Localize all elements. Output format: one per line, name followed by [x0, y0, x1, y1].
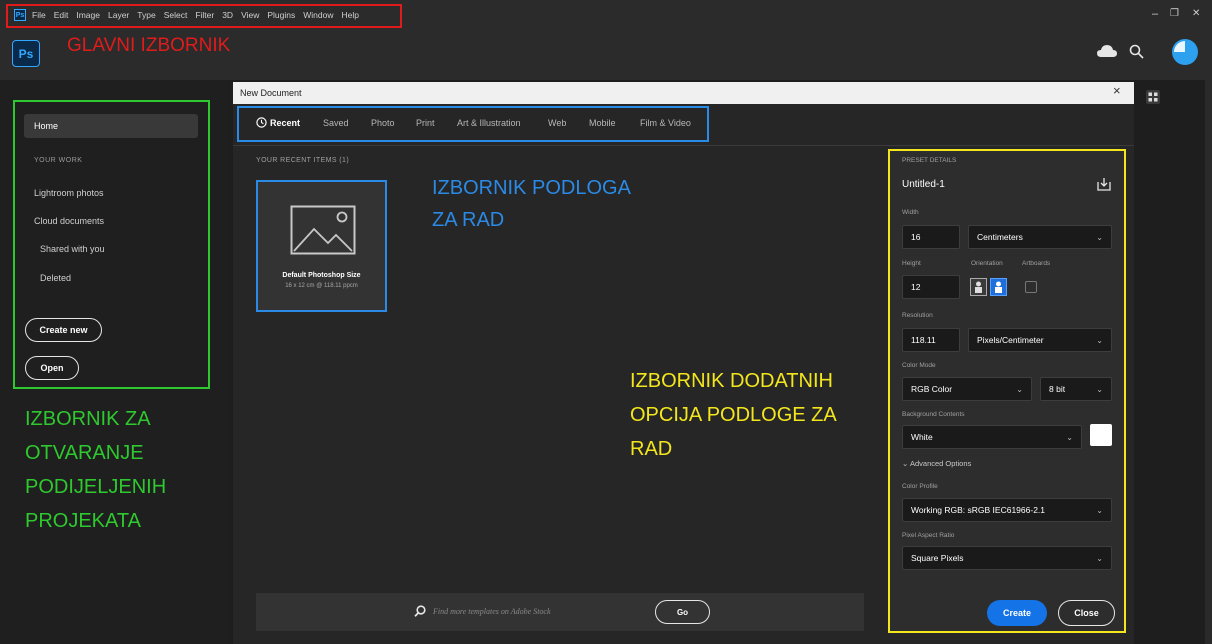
- avatar[interactable]: [1171, 38, 1199, 66]
- annotation-left-menu-line-3: PODIJELJENIH: [25, 476, 167, 498]
- annotation-box-main-menu: [6, 4, 402, 28]
- recent-items-heading: YOUR RECENT ITEMS (1): [256, 157, 350, 164]
- go-button[interactable]: Go: [655, 600, 710, 624]
- cloud-icon[interactable]: [1097, 44, 1117, 58]
- grid-view-icon[interactable]: [1146, 90, 1160, 104]
- annotation-options-line-2: OPCIJA PODLOGE ZA: [630, 404, 837, 426]
- dialog-title: New Document: [233, 82, 1134, 104]
- annotation-box-sidebar: [13, 100, 210, 389]
- restore-icon[interactable]: ❐: [1170, 8, 1179, 19]
- annotation-canvas-menu-line-1: IZBORNIK PODLOGA: [432, 177, 631, 199]
- annotation-box-preset-details: [888, 149, 1126, 633]
- search-icon[interactable]: [1129, 44, 1144, 59]
- window-close-icon[interactable]: ✕: [1192, 8, 1200, 19]
- right-panel-strip: [1134, 80, 1212, 644]
- page-scrollbar[interactable]: [1205, 80, 1212, 644]
- stock-search-input[interactable]: Find more templates on Adobe Stock: [433, 607, 551, 616]
- annotation-left-menu-line-2: OTVARANJE: [25, 442, 144, 464]
- annotation-main-menu: GLAVNI IZBORNIK: [67, 35, 231, 56]
- minimize-icon[interactable]: –: [1152, 8, 1158, 20]
- annotation-canvas-menu-line-2: ZA RAD: [432, 209, 505, 231]
- annotation-options-line-3: RAD: [630, 438, 673, 460]
- annotation-options-line-1: IZBORNIK DODATNIH: [630, 370, 833, 392]
- annotation-box-recent-item: [256, 180, 387, 312]
- search-icon: [414, 605, 426, 617]
- dialog-close-icon[interactable]: ×: [1113, 83, 1121, 98]
- stock-search-bar: [256, 593, 864, 631]
- annotation-left-menu-line-4: PROJEKATA: [25, 510, 141, 532]
- annotation-left-menu-line-1: IZBORNIK ZA: [25, 408, 151, 430]
- annotation-box-tabs: [237, 106, 709, 142]
- photoshop-logo: Ps: [12, 40, 40, 67]
